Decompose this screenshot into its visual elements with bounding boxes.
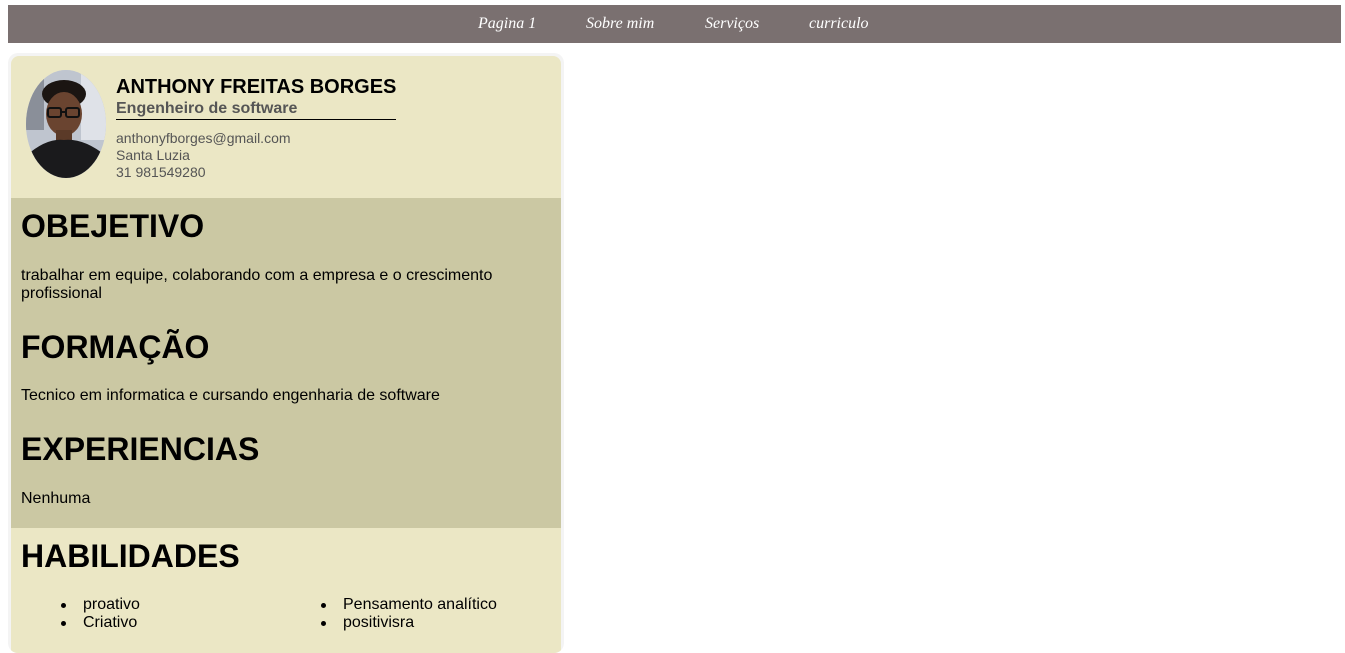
nav-link-servicos[interactable]: Serviços [705,15,759,33]
skill-item: positivisra [343,614,415,631]
objective-text: trabalhar em equipe, colaborando com a e… [21,267,493,302]
skill-item: Criativo [83,614,138,631]
resume-card: ANTHONY FREITAS BORGES Engenheiro de sof… [8,53,564,653]
profile-city: Santa Luzia [116,147,190,163]
resume-main-sections: OBEJETIVO trabalhar em equipe, colaboran… [11,198,561,528]
list-bullet [61,621,66,626]
profile-phone: 31 981549280 [116,164,206,180]
experience-text: Nenhuma [21,490,91,507]
list-bullet [321,603,326,608]
profile-name: ANTHONY FREITAS BORGES [116,76,397,98]
skills-heading: HABILIDADES [21,538,240,574]
nav-link-sobre-mim[interactable]: Sobre mim [586,15,654,33]
profile-header: ANTHONY FREITAS BORGES Engenheiro de sof… [11,56,561,198]
objective-heading: OBEJETIVO [21,208,205,244]
list-bullet [61,603,66,608]
education-text: Tecnico em informatica e cursando engenh… [21,387,440,404]
profile-role: Engenheiro de software [116,100,396,120]
skill-item: Pensamento analítico [343,596,497,613]
education-heading: FORMAÇÃO [21,329,210,365]
nav-link-curriculo[interactable]: curriculo [809,15,869,33]
nav-link-pagina-1[interactable]: Pagina 1 [478,15,536,33]
list-bullet [321,621,326,626]
skill-item: proativo [83,596,140,613]
experience-heading: EXPERIENCIAS [21,431,260,467]
skills-section: HABILIDADES proativo Criativo Pensamento… [11,528,561,653]
profile-email: anthonyfborges@gmail.com [116,130,291,146]
top-navbar: Pagina 1 Sobre mim Serviços curriculo [8,5,1341,43]
profile-photo [26,70,106,178]
